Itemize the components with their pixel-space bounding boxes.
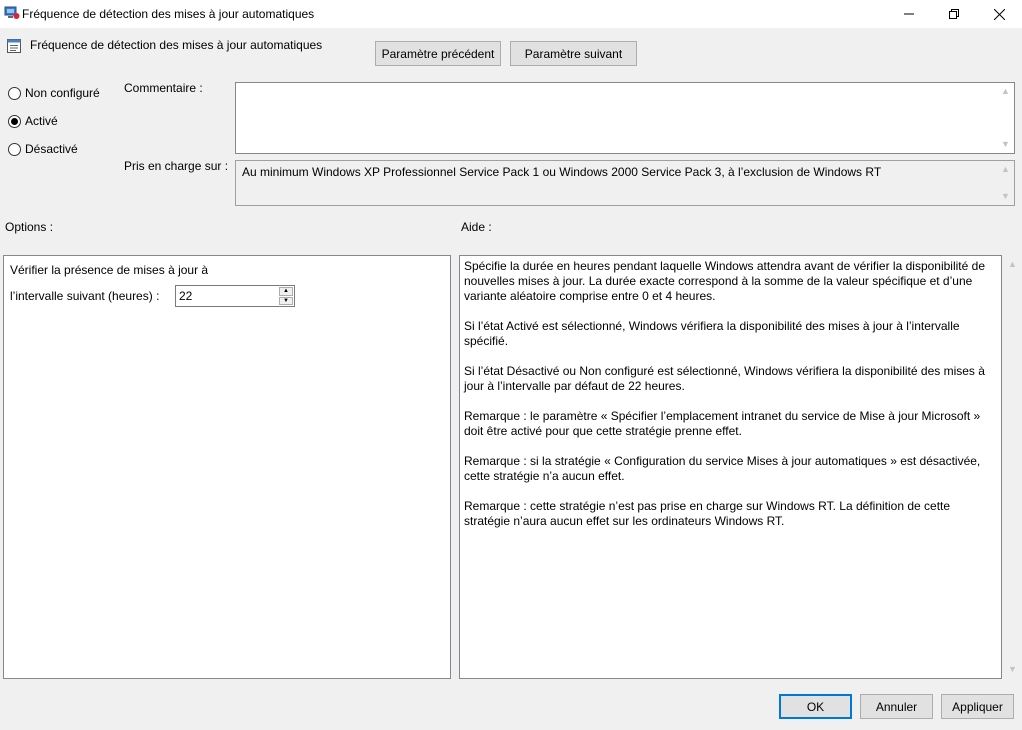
help-panel: Spécifie la durée en heures pendant laqu… xyxy=(459,255,1002,679)
help-paragraph: Remarque : si la stratégie « Configurati… xyxy=(464,454,981,483)
options-description: Vérifier la présence de mises à jour à xyxy=(10,263,209,277)
comment-textarea[interactable]: ▲ ▼ xyxy=(235,82,1015,154)
scroll-up-icon[interactable]: ▲ xyxy=(1008,260,1017,269)
scroll-up-icon[interactable]: ▲ xyxy=(1001,165,1010,174)
help-paragraph: Remarque : le paramètre « Spécifier l’em… xyxy=(464,409,981,438)
scroll-up-icon[interactable]: ▲ xyxy=(1001,87,1010,96)
group-policy-app-icon xyxy=(4,6,20,19)
spin-up-button[interactable]: ▲ xyxy=(279,287,293,296)
radio-label: Non configuré xyxy=(25,86,100,100)
radio-circle xyxy=(8,114,21,128)
help-text: Spécifie la durée en heures pendant laqu… xyxy=(464,259,998,544)
radio-label: Activé xyxy=(25,114,58,128)
chevron-up-icon: ▲ xyxy=(283,288,289,295)
ok-button[interactable]: OK xyxy=(779,694,852,719)
policy-setting-icon xyxy=(7,39,21,53)
radio-enabled[interactable]: Activé xyxy=(8,114,58,128)
supported-scrollbar[interactable]: ▲ ▼ xyxy=(997,161,1014,205)
help-label: Aide : xyxy=(461,220,492,234)
spin-down-button[interactable]: ▼ xyxy=(279,296,293,305)
close-button[interactable] xyxy=(976,0,1022,28)
restore-icon xyxy=(949,9,959,19)
policy-name: Fréquence de détection des mises à jour … xyxy=(30,38,323,52)
radio-not-configured[interactable]: Non configuré xyxy=(8,86,100,100)
minimize-button[interactable] xyxy=(886,0,932,28)
interval-value[interactable]: 22 xyxy=(179,289,192,303)
comment-label: Commentaire : xyxy=(124,81,203,95)
help-scrollbar[interactable]: ▲ ▼ xyxy=(1004,255,1021,679)
window-title: Fréquence de détection des mises à jour … xyxy=(22,7,315,21)
supported-on-value: Au minimum Windows XP Professionnel Serv… xyxy=(242,165,882,179)
help-paragraph: Spécifie la durée en heures pendant laqu… xyxy=(464,259,985,303)
interval-label: l’intervalle suivant (heures) : xyxy=(10,289,160,303)
apply-button[interactable]: Appliquer xyxy=(941,694,1014,719)
chevron-down-icon: ▼ xyxy=(283,297,289,304)
restore-button[interactable] xyxy=(931,0,977,28)
scroll-down-icon[interactable]: ▼ xyxy=(1001,192,1010,201)
radio-label: Désactivé xyxy=(25,142,78,156)
next-setting-button[interactable]: Paramètre suivant xyxy=(510,41,637,66)
help-paragraph: Remarque : cette stratégie n’est pas pri… xyxy=(464,499,951,528)
help-paragraph: Si l’état Activé est sélectionné, Window… xyxy=(464,319,960,348)
options-panel: Vérifier la présence de mises à jour à l… xyxy=(3,255,451,679)
comment-scrollbar[interactable]: ▲ ▼ xyxy=(997,83,1014,153)
minimize-icon xyxy=(904,13,914,15)
scroll-down-icon[interactable]: ▼ xyxy=(1001,140,1010,149)
scroll-down-icon[interactable]: ▼ xyxy=(1008,665,1017,674)
radio-circle xyxy=(8,86,21,100)
supported-on-field: Au minimum Windows XP Professionnel Serv… xyxy=(235,160,1015,206)
help-paragraph: Si l’état Désactivé ou Non configuré est… xyxy=(464,364,985,393)
supported-on-label: Pris en charge sur : xyxy=(124,159,229,173)
options-label: Options : xyxy=(5,220,54,234)
previous-setting-button[interactable]: Paramètre précédent xyxy=(375,41,501,66)
close-icon xyxy=(993,8,1005,20)
interval-spinbox[interactable]: 22 ▲ ▼ xyxy=(175,285,295,307)
radio-disabled[interactable]: Désactivé xyxy=(8,142,78,156)
cancel-button[interactable]: Annuler xyxy=(860,694,933,719)
radio-circle xyxy=(8,142,21,156)
